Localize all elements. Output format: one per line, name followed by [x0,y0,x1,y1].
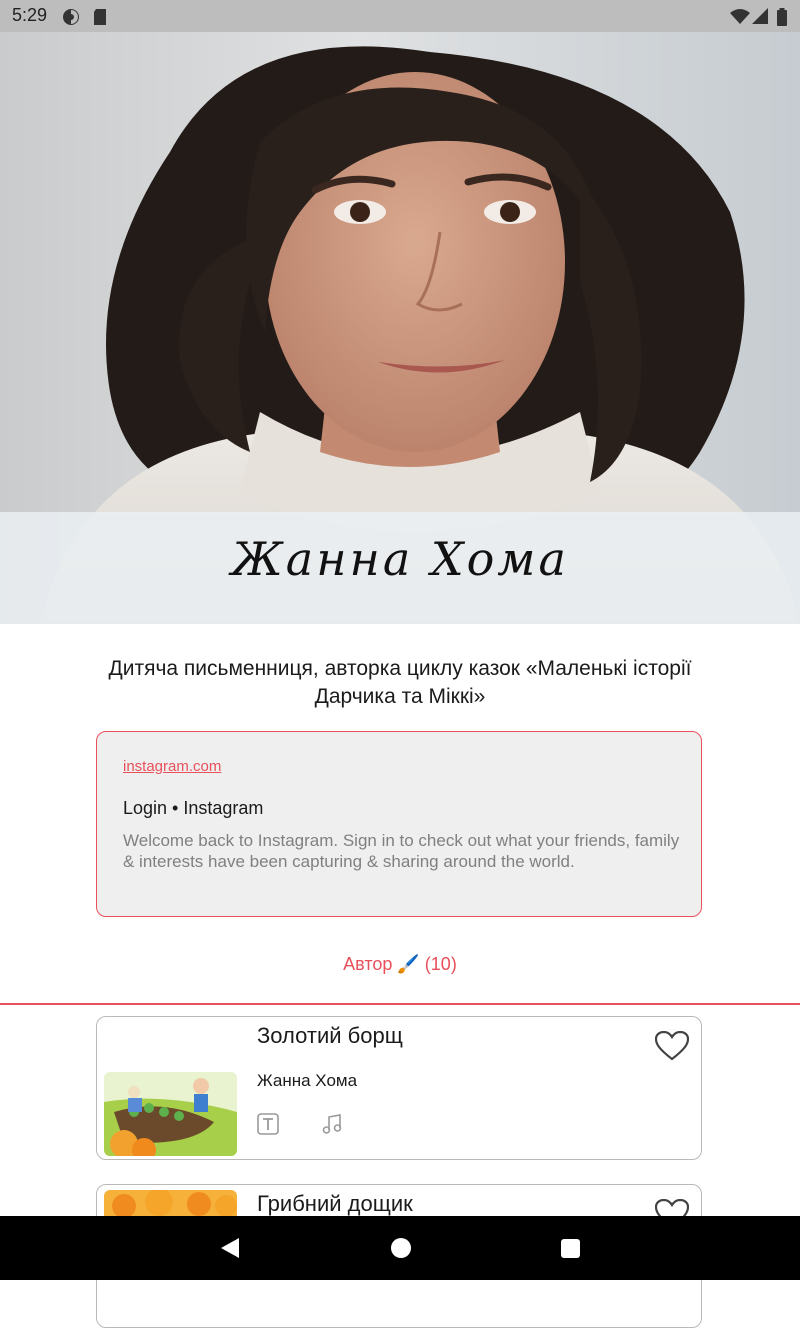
heart-icon[interactable] [655,1031,689,1061]
link-title: Login • Instagram [123,798,264,818]
sd-card-icon [94,9,106,25]
link-description: Welcome back to Instagram. Sign in to ch… [123,831,680,871]
tab-author-books[interactable]: Автор 🖌️ (10) [0,954,800,975]
back-icon[interactable] [219,1236,241,1260]
home-icon[interactable] [390,1236,412,1260]
tab-indicator [0,1003,800,1005]
text-icon [257,1113,279,1135]
signal-icon [752,8,768,24]
music-note-icon [322,1114,342,1134]
link-preview-card[interactable]: instagram.com Login • Instagram Welcome … [96,731,702,917]
status-bar: 5:29 [0,0,800,32]
book-title: Золотий борщ [257,1023,403,1048]
battery-icon [777,8,787,26]
author-photo: Жанна Хома [0,32,800,624]
recents-icon[interactable] [560,1236,582,1260]
book-author: Жанна Хома [257,1071,358,1090]
book-title: Грибний дощик [257,1191,413,1216]
book-card[interactable]: Золотий борщ Жанна Хома [96,1016,702,1160]
status-time: 5:29 [12,5,48,25]
wifi-icon [730,9,750,24]
system-navigation-bar [0,1216,800,1280]
book-cover-image [104,1072,237,1156]
author-bio: Дитяча письменниця, авторка циклу казок … [108,657,692,708]
author-name: Жанна Хома [231,532,569,586]
link-url[interactable]: instagram.com [123,758,221,775]
circle-half-icon [63,9,79,25]
